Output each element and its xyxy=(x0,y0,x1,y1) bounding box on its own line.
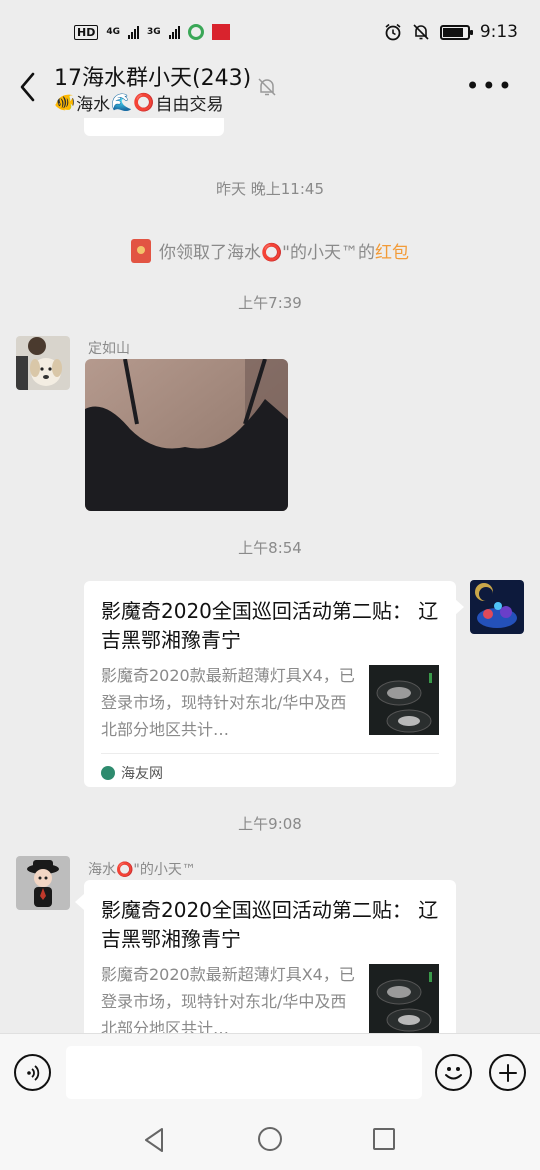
circle-emoji: ⭕ xyxy=(133,92,155,113)
message-input[interactable] xyxy=(66,1046,422,1099)
timestamp: 昨天 晚上11:45 xyxy=(216,180,324,198)
alarm-icon xyxy=(385,23,401,41)
divider xyxy=(101,753,439,754)
red-packet-icon xyxy=(131,238,151,263)
triangle-back-icon xyxy=(145,1128,163,1152)
subtitle-text: 自由交易 xyxy=(155,95,224,115)
message-bubble[interactable] xyxy=(84,118,224,136)
avatar[interactable] xyxy=(470,580,524,634)
voice-button[interactable] xyxy=(14,1054,51,1091)
back-button[interactable] xyxy=(16,70,40,104)
fish-emoji: 🐠 xyxy=(54,92,76,113)
emoji-button[interactable] xyxy=(435,1054,472,1091)
bubble-tail xyxy=(75,894,84,910)
avatar[interactable] xyxy=(16,856,70,910)
signal-icon xyxy=(128,25,139,39)
input-bar xyxy=(0,1033,540,1110)
avatar[interactable] xyxy=(16,336,70,390)
link-card-thumbnail xyxy=(369,665,439,735)
voice-icon xyxy=(26,1064,39,1081)
source-name: 海友网 xyxy=(121,766,163,782)
bubble-tail xyxy=(455,599,464,615)
battery-icon xyxy=(439,24,473,40)
chat-subtitle: 🐠 海水 🌊 ⭕ 自由交易 xyxy=(54,90,224,116)
sender-name: 海水⭕"的小天™ xyxy=(88,862,196,878)
network-type-2: 3G xyxy=(147,27,161,37)
link-card[interactable]: 影魔奇2020全国巡回活动第二贴： 辽吉黑鄂湘豫青宁 影魔奇2020款最新超薄灯… xyxy=(75,880,456,1033)
network-type-1: 4G xyxy=(106,27,120,37)
app-notification-icon xyxy=(187,24,204,40)
app-notification-icon xyxy=(211,24,230,40)
plus-button[interactable] xyxy=(489,1054,526,1091)
status-time: 9:13 xyxy=(479,22,518,42)
link-card-description: 影魔奇2020款最新超薄灯具X4，已登录市场，现特针对东北/华中及西北部分地区共… xyxy=(101,965,355,1033)
chat-title: 17海水群小天(243) xyxy=(54,66,252,91)
source-icon xyxy=(101,766,115,780)
link-card-title: 影魔奇2020全国巡回活动第二贴： 辽吉黑鄂湘豫青宁 xyxy=(101,898,439,951)
link-card[interactable]: 影魔奇2020全国巡回活动第二贴： 辽吉黑鄂湘豫青宁 影魔奇2020款最新超薄灯… xyxy=(84,581,464,787)
link-card-title: 影魔奇2020全国巡回活动第二贴： 辽吉黑鄂湘豫青宁 xyxy=(101,599,439,652)
wave-emoji: 🌊 xyxy=(111,92,133,113)
arrow-left-icon xyxy=(20,72,35,102)
status-left: HD 4G 3G xyxy=(74,24,230,40)
more-dots-icon: ••• xyxy=(465,72,514,100)
bell-off-icon xyxy=(413,24,429,40)
hd-badge: HD xyxy=(74,24,99,40)
bell-off-icon xyxy=(256,76,278,98)
emoji-icon xyxy=(445,1067,462,1080)
system-message-text: 你领取了海水⭕"的小天™的 xyxy=(159,243,375,263)
chat-header: 17海水群小天(243) 🐠 海水 🌊 ⭕ 自由交易 ••• xyxy=(0,56,540,118)
link-card-source: 海友网 xyxy=(101,763,163,783)
nav-home-button[interactable] xyxy=(258,1127,282,1151)
nav-recents-button[interactable] xyxy=(373,1128,395,1150)
system-message: 你领取了海水⭕"的小天™的 红包 xyxy=(0,238,540,263)
timestamp: 上午9:08 xyxy=(238,815,302,833)
more-button[interactable]: ••• xyxy=(466,74,514,98)
sender-name: 定如山 xyxy=(88,341,130,357)
plus-icon xyxy=(498,1063,517,1082)
signal-icon xyxy=(168,25,180,39)
timestamp: 上午7:39 xyxy=(238,294,302,312)
status-right: 9:13 xyxy=(384,22,518,42)
image-message[interactable] xyxy=(85,359,288,511)
link-card-description: 影魔奇2020款最新超薄灯具X4，已登录市场，现特针对东北/华中及西北部分地区共… xyxy=(101,666,355,739)
status-bar: HD 4G 3G 9:13 xyxy=(0,0,540,64)
system-nav-bar xyxy=(0,1110,540,1170)
message-list[interactable]: 昨天 晚上11:45 你领取了海水⭕"的小天™的 红包 上午7:39 定如山 上… xyxy=(0,118,540,1033)
timestamp: 上午8:54 xyxy=(238,539,302,557)
nav-back-button[interactable] xyxy=(143,1127,165,1157)
red-packet-link[interactable]: 红包 xyxy=(375,238,409,263)
subtitle-text: 海水 xyxy=(76,95,111,115)
link-card-thumbnail xyxy=(369,964,439,1033)
